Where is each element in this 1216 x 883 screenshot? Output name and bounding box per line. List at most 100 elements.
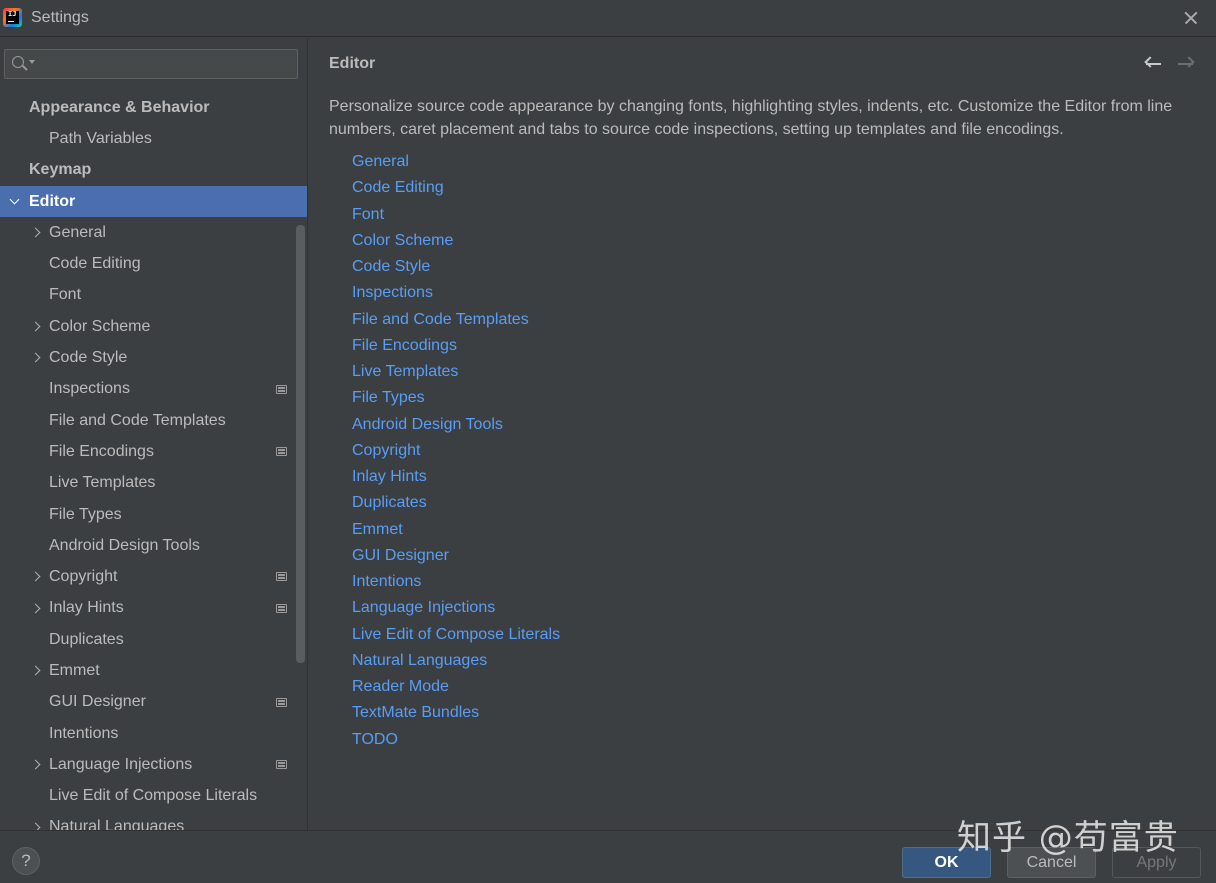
close-icon[interactable] [1180,7,1202,29]
link-file-and-code-templates[interactable]: File and Code Templates [352,308,560,334]
sidebar-item-inspections[interactable]: Inspections [0,374,307,405]
settings-sidebar: Appearance & Behavior Path Variables Keyma… [0,38,308,830]
chevron-right-icon[interactable] [30,321,41,332]
sidebar-item-label: File and Code Templates [49,411,226,429]
sidebar-item-label: Font [49,286,82,304]
chevron-right-icon[interactable] [30,572,41,582]
sidebar-scrollbar[interactable] [296,225,305,663]
link-inspections[interactable]: Inspections [352,281,560,307]
sidebar-item-label: Duplicates [49,630,124,648]
sidebar-item-label: Live Templates [49,474,156,492]
link-code-style[interactable]: Code Style [352,255,560,281]
intellij-idea-icon: IJ [3,8,22,27]
sidebar-item-editor[interactable]: Editor [0,185,307,218]
sidebar-item-label: Keymap [29,161,92,179]
sidebar-item-general[interactable]: General [0,217,307,248]
link-natural-languages[interactable]: Natural Languages [352,649,560,675]
chevron-right-icon[interactable] [30,352,41,363]
sidebar-item-file-types[interactable]: File Types [0,499,307,530]
sidebar-item-label: Code Style [49,349,128,367]
search-input[interactable] [39,53,289,75]
link-general[interactable]: General [352,150,560,176]
sidebar-item-label: General [49,223,106,241]
link-android-design-tools[interactable]: Android Design Tools [352,413,560,439]
chevron-right-icon[interactable] [30,759,41,770]
sidebar-item-code-editing[interactable]: Code Editing [0,248,307,279]
sidebar-item-label: Android Design Tools [49,536,200,554]
link-copyright[interactable]: Copyright [352,439,560,465]
link-gui-designer[interactable]: GUI Designer [352,544,560,570]
sidebar-item-label: Editor [29,192,76,210]
sidebar-item-duplicates[interactable]: Duplicates [0,624,307,655]
sidebar-item-label: Intentions [49,724,119,742]
sidebar-item-label: Natural Languages [49,818,185,830]
project-scope-icon [276,760,287,770]
sidebar-item-label: Inlay Hints [49,599,124,617]
link-inlay-hints[interactable]: Inlay Hints [352,465,560,491]
sidebar-item-gui-designer[interactable]: GUI Designer [0,687,307,718]
sidebar-item-label: Copyright [49,568,118,586]
link-todo[interactable]: TODO [352,728,560,754]
link-file-types[interactable]: File Types [352,386,560,412]
link-language-injections[interactable]: Language Injections [352,596,560,622]
link-emmet[interactable]: Emmet [352,518,560,544]
project-scope-icon [276,447,287,457]
link-file-encodings[interactable]: File Encodings [352,334,560,360]
sidebar-item-code-style[interactable]: Code Style [0,342,307,373]
main-panel: Editor Personalize source code appearanc… [309,38,1216,830]
link-code-editing[interactable]: Code Editing [352,176,560,202]
watermark: 知乎 @苟富贵 [957,818,1179,858]
sidebar-item-copyright[interactable]: Copyright [0,561,307,592]
back-arrow-icon[interactable] [1143,55,1163,71]
forward-arrow-icon[interactable] [1177,55,1197,71]
link-reader-mode[interactable]: Reader Mode [352,675,560,701]
help-button[interactable]: ? [12,847,40,875]
link-live-edit-of-compose-literals[interactable]: Live Edit of Compose Literals [352,623,560,649]
chevron-down-icon[interactable] [9,194,20,205]
page-description: Personalize source code appearance by ch… [329,98,1173,138]
sidebar-item-label: Appearance & Behavior [29,98,210,116]
sidebar-item-label: Path Variables [49,129,152,147]
section-links: General Code Editing Font Color Scheme Code … [352,150,560,754]
sidebar-item-path-variables[interactable]: Path Variables [0,123,307,154]
sidebar-item-android-design-tools[interactable]: Android Design Tools [0,530,307,561]
sidebar-item-file-and-code-templates[interactable]: File and Code Templates [0,405,307,436]
sidebar-item-label: File Types [49,505,122,523]
sidebar-item-label: GUI Designer [49,693,146,711]
sidebar-item-label: Emmet [49,661,100,679]
chevron-right-icon[interactable] [30,665,41,676]
chevron-down-icon[interactable] [29,60,35,64]
project-scope-icon [276,572,287,582]
sidebar-item-natural-languages[interactable]: Natural Languages [0,812,307,830]
chevron-right-icon[interactable] [30,227,41,238]
sidebar-item-emmet[interactable]: Emmet [0,655,307,686]
chevron-right-icon[interactable] [30,822,41,830]
search-box[interactable] [4,49,298,79]
link-color-scheme[interactable]: Color Scheme [352,229,560,255]
sidebar-item-inlay-hints[interactable]: Inlay Hints [0,593,307,624]
sidebar-item-label: Color Scheme [49,317,151,335]
sidebar-item-appearance-behavior[interactable]: Appearance & Behavior [0,92,307,123]
sidebar-item-live-templates[interactable]: Live Templates [0,468,307,499]
link-font[interactable]: Font [352,203,560,229]
sidebar-item-intentions[interactable]: Intentions [0,718,307,749]
link-duplicates[interactable]: Duplicates [352,491,560,517]
sidebar-item-label: Live Edit of Compose Literals [49,787,258,805]
link-live-templates[interactable]: Live Templates [352,360,560,386]
sidebar-item-font[interactable]: Font [0,280,307,311]
link-textmate-bundles[interactable]: TextMate Bundles [352,701,560,727]
sidebar-item-live-edit-of-compose-literals[interactable]: Live Edit of Compose Literals [0,781,307,812]
chevron-right-icon[interactable] [30,603,41,614]
title-bar: IJ Settings [0,0,1216,37]
project-scope-icon [276,384,287,394]
sidebar-item-color-scheme[interactable]: Color Scheme [0,311,307,342]
sidebar-item-label: Code Editing [49,255,141,273]
settings-tree: Appearance & Behavior Path Variables Keyma… [0,92,307,830]
page-title: Editor [329,55,376,72]
link-intentions[interactable]: Intentions [352,570,560,596]
project-scope-icon [276,697,287,707]
sidebar-item-label: Language Injections [49,755,193,773]
sidebar-item-file-encodings[interactable]: File Encodings [0,436,307,467]
sidebar-item-language-injections[interactable]: Language Injections [0,749,307,780]
sidebar-item-keymap[interactable]: Keymap [0,155,307,186]
